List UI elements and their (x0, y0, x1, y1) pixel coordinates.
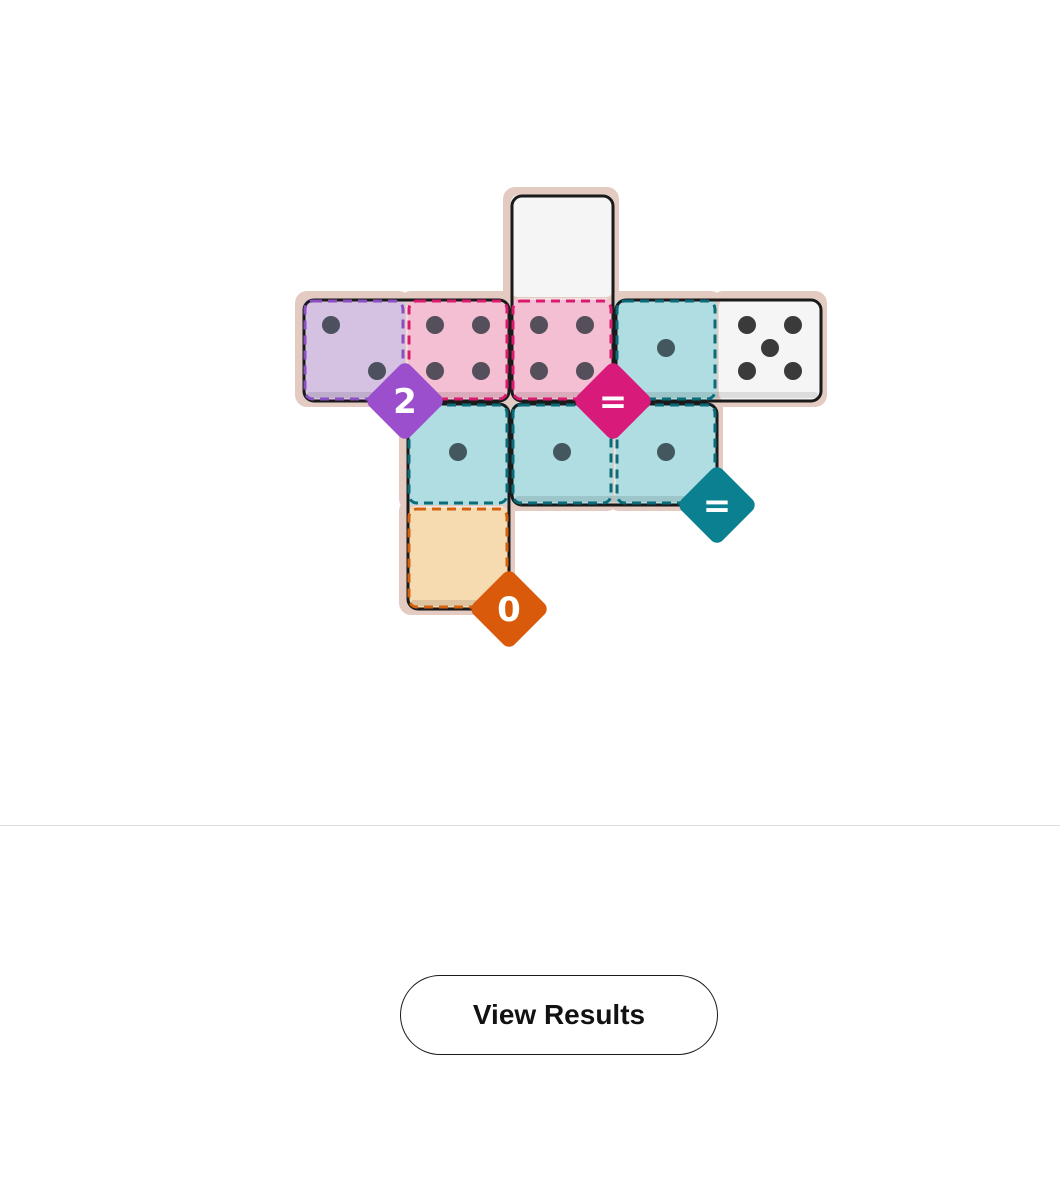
pip (784, 362, 802, 380)
pip (657, 443, 675, 461)
pip (530, 362, 548, 380)
view-results-button[interactable]: View Results (400, 975, 718, 1055)
badge-label: 0 (497, 590, 521, 630)
empty-cell (511, 195, 613, 297)
pip (426, 362, 444, 380)
pip (738, 362, 756, 380)
pip (576, 362, 594, 380)
pip (449, 443, 467, 461)
badge-label: = (703, 486, 732, 526)
pip (472, 316, 490, 334)
badge-label: = (599, 382, 628, 422)
pip (738, 316, 756, 334)
pip (426, 316, 444, 334)
pip (576, 316, 594, 334)
pip (530, 316, 548, 334)
pip (784, 316, 802, 334)
section-divider (0, 825, 1060, 826)
pip (657, 339, 675, 357)
badge-label: 2 (393, 382, 417, 422)
pip (761, 339, 779, 357)
pip (368, 362, 386, 380)
pip (553, 443, 571, 461)
pip (322, 316, 340, 334)
pip (472, 362, 490, 380)
puzzle-board: 2 = = 0 (295, 187, 827, 647)
